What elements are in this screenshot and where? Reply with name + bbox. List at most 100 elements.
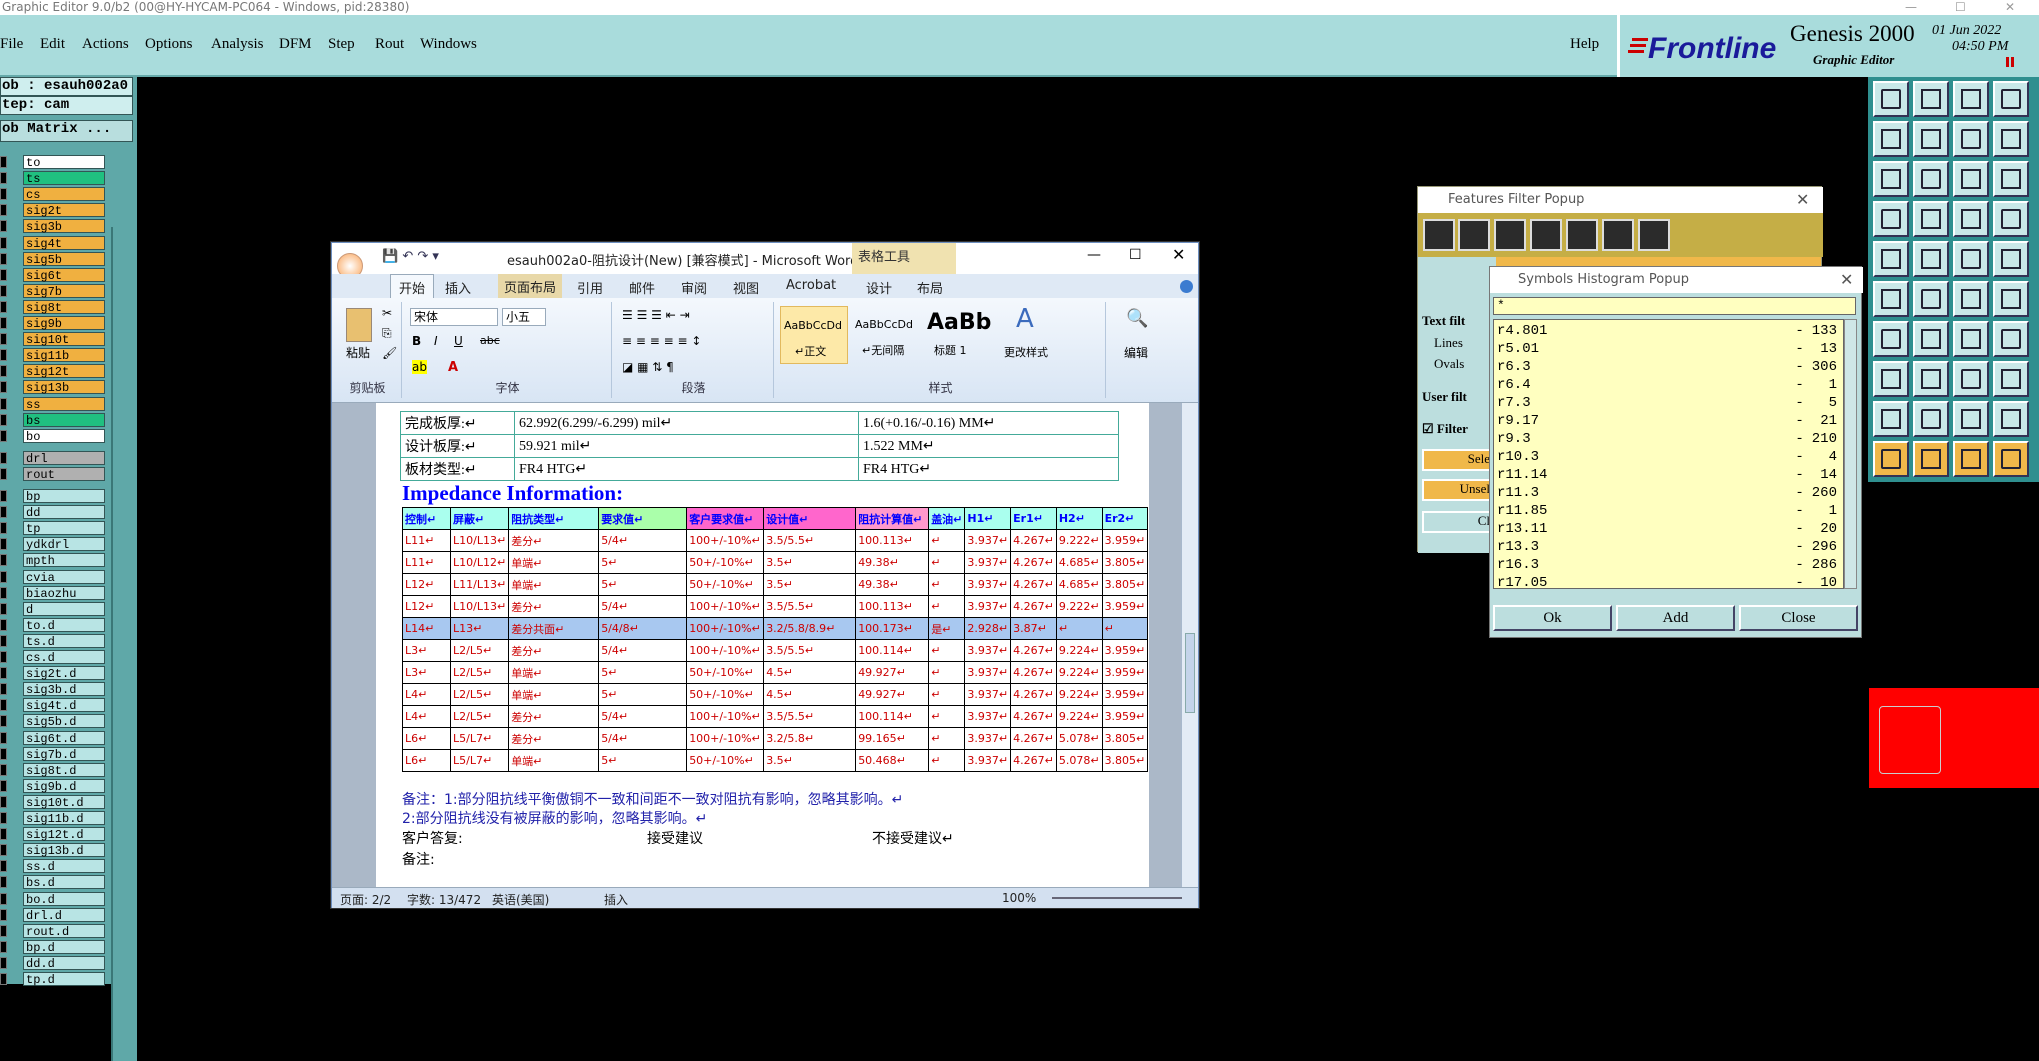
style-normal[interactable]: AaBbCcDd ↵正文	[780, 306, 848, 364]
pause-icon[interactable]	[2006, 57, 2014, 67]
layer-row[interactable]: bp	[0, 488, 110, 504]
cut-icon[interactable]: ✂	[382, 306, 392, 320]
highlight-icon[interactable]: ab	[412, 360, 427, 374]
filter-checkbox[interactable]: ☑ Filter	[1422, 421, 1468, 437]
layer-checkbox[interactable]	[0, 651, 7, 663]
layer-row[interactable]: bp.d	[0, 939, 110, 955]
bullets-icon[interactable]: ☰ ☰ ☰ ⇤ ⇥	[622, 308, 690, 322]
menu-step[interactable]: Step	[328, 36, 355, 53]
layer-row[interactable]: rout.d	[0, 923, 110, 939]
layer-checkbox[interactable]	[0, 381, 7, 394]
dim-icon[interactable]	[1953, 361, 1989, 397]
layer-name[interactable]: drl	[23, 450, 105, 466]
font-name-select[interactable]: 宋体	[410, 308, 498, 326]
layer-row[interactable]: sig5b	[0, 251, 110, 267]
symbol-row[interactable]: r11.3 - 260	[1497, 484, 1837, 502]
layer-name[interactable]: drl.d	[23, 907, 105, 923]
symbol-row[interactable]: r17.05 - 10	[1497, 574, 1837, 588]
symbol-row[interactable]: r13.11 - 20	[1497, 520, 1837, 538]
layer-checkbox[interactable]	[0, 860, 7, 873]
layer-checkbox[interactable]	[0, 876, 7, 889]
tri2-icon[interactable]	[1913, 401, 1949, 437]
shading-icon[interactable]: ◪ ▦ ⇅ ¶	[622, 360, 674, 374]
word-close-icon[interactable]: ✕	[1172, 245, 1185, 264]
layer-checkbox[interactable]	[0, 333, 7, 346]
layer-row[interactable]: sig3b	[0, 218, 110, 234]
layer-name[interactable]: ydkdrl	[23, 537, 105, 552]
layer-checkbox[interactable]	[0, 451, 7, 464]
layer-checkbox[interactable]	[0, 429, 7, 442]
layer-name[interactable]: sig11b	[23, 348, 105, 363]
layer-row[interactable]: drl.d	[0, 907, 110, 923]
layer-name[interactable]: cvia	[23, 569, 105, 585]
impedance-row[interactable]: L14↵ L13↵ 差分共面↵ 5/4/8↵ 100+/-10%↵ 3.2/5.8/8.9…	[402, 617, 1149, 640]
menu-actions[interactable]: Actions	[82, 36, 129, 53]
tab-review[interactable]: 审阅	[681, 278, 707, 297]
layer-row[interactable]: sig11b.d	[0, 810, 110, 826]
add-button[interactable]: Add	[1616, 605, 1735, 631]
circle-tool-icon[interactable]	[1993, 241, 2029, 277]
layer-row[interactable]: sig3b.d	[0, 681, 110, 697]
layer-name[interactable]: bo.d	[23, 891, 105, 907]
layer-name[interactable]: sig2t	[23, 203, 105, 218]
minus-icon[interactable]	[1638, 219, 1670, 251]
layer-name[interactable]: sig3b	[23, 219, 105, 234]
tab-design[interactable]: 设计	[866, 278, 892, 297]
layer-checkbox[interactable]	[0, 467, 7, 480]
move-icon[interactable]	[1953, 281, 1989, 317]
menu-options[interactable]: Options	[145, 36, 193, 53]
layer-checkbox[interactable]	[0, 300, 7, 313]
snap2-icon[interactable]	[1993, 201, 2029, 237]
layer-checkbox[interactable]	[0, 683, 7, 696]
measure-icon[interactable]	[1873, 201, 1909, 237]
unselect-button[interactable]: Unsel	[1422, 479, 1494, 501]
symbol-row[interactable]: r11.14 - 14	[1497, 466, 1837, 484]
impedance-row[interactable]: L3↵ L2/L5↵ 单端↵ 5↵ 50+/-10%↵ 4.5↵ 49.927↵ ↵ 3.937…	[402, 661, 1149, 684]
lines-checkbox[interactable]: Lines	[1434, 335, 1463, 351]
open-icon[interactable]	[1873, 81, 1909, 117]
reject-option[interactable]: 不接受建议↵	[872, 828, 954, 848]
layer-name[interactable]: sig11b.d	[23, 811, 105, 826]
layer-name[interactable]: sig12t	[23, 364, 105, 379]
tab-home[interactable]: 开始	[390, 274, 435, 298]
layer-checkbox[interactable]	[0, 317, 7, 329]
symbol-list-scrollbar[interactable]	[1844, 319, 1857, 589]
layer-checkbox[interactable]	[0, 490, 7, 502]
layer-name[interactable]: bs	[23, 412, 105, 428]
layer-name[interactable]: sig13b.d	[23, 843, 105, 858]
layer-checkbox[interactable]	[0, 538, 7, 551]
rect-select-icon[interactable]	[1873, 361, 1909, 397]
layer-name[interactable]: to.d	[23, 617, 105, 633]
word-maximize-icon[interactable]: ☐	[1129, 247, 1142, 263]
symbol-row[interactable]: r10.3 - 4	[1497, 448, 1837, 466]
format-painter-icon[interactable]: 🖌	[382, 346, 397, 360]
layer-name[interactable]: sig10t	[23, 332, 105, 347]
layer-checkbox[interactable]	[0, 397, 7, 410]
layer-checkbox[interactable]	[0, 506, 7, 519]
layer-name[interactable]: bo	[23, 428, 105, 444]
layer-row[interactable]: ts.d	[0, 633, 110, 649]
fit-icon[interactable]	[1873, 161, 1909, 197]
cross-icon[interactable]	[1913, 281, 1949, 317]
layer-name[interactable]: ts.d	[23, 633, 105, 649]
zoom-level[interactable]: 100%	[1002, 891, 1036, 905]
scroll-thumb[interactable]	[1185, 633, 1195, 713]
word-vertical-scrollbar[interactable]	[1181, 403, 1198, 887]
layer-checkbox[interactable]	[0, 973, 7, 985]
menu-windows[interactable]: Windows	[420, 36, 477, 53]
layer-checkbox[interactable]	[0, 204, 7, 217]
save-icon[interactable]	[1913, 81, 1949, 117]
layer-checkbox[interactable]	[0, 349, 7, 362]
layer-row[interactable]: ss	[0, 396, 110, 412]
strikethrough-icon[interactable]: abc	[480, 334, 500, 347]
layer-checkbox[interactable]	[0, 618, 7, 631]
arrow2-icon[interactable]	[1913, 441, 1949, 477]
layer-row[interactable]: sig13b.d	[0, 842, 110, 858]
tab-view[interactable]: 视图	[733, 278, 759, 297]
layer-row[interactable]: sig7b	[0, 283, 110, 299]
layer-checkbox[interactable]	[0, 795, 7, 808]
layer-row[interactable]: sig8t.d	[0, 762, 110, 778]
symbol-row[interactable]: r9.17 - 21	[1497, 412, 1837, 430]
line-tool-icon[interactable]	[1953, 241, 1989, 277]
layer-row[interactable]: cvia	[0, 569, 110, 585]
